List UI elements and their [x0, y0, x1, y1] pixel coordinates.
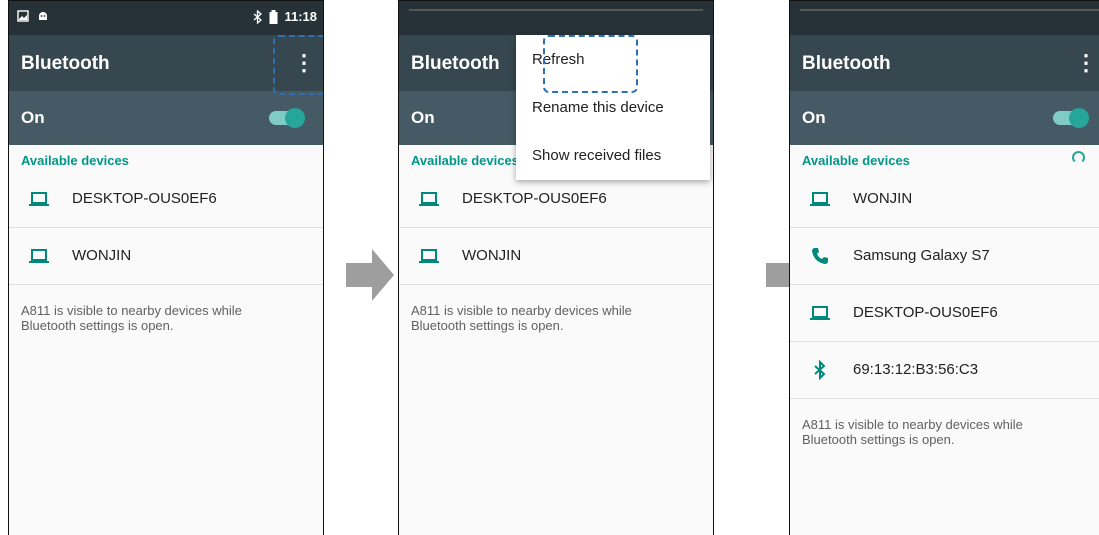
- laptop-icon: [810, 192, 830, 206]
- visibility-note: A811 is visible to nearby devices while …: [21, 303, 242, 333]
- section-label: Available devices: [802, 153, 910, 168]
- image-notification-icon: [17, 10, 29, 22]
- device-name: WONJIN: [462, 247, 522, 264]
- more-options-icon[interactable]: ⋮: [1075, 50, 1097, 76]
- refresh-highlight-box: [543, 35, 638, 93]
- visibility-note: A811 is visible to nearby devices while …: [802, 417, 1023, 447]
- page-title: Bluetooth: [21, 53, 110, 74]
- page-title: Bluetooth: [802, 53, 891, 74]
- next-step-arrow-icon: [346, 249, 394, 301]
- laptop-icon: [810, 306, 830, 320]
- android-icon: [39, 12, 47, 20]
- device-row[interactable]: WONJIN: [9, 228, 323, 285]
- menu-item-show-received-files[interactable]: Show received files: [516, 131, 710, 179]
- status-time: 11:18: [284, 9, 317, 24]
- menu-item-label: Show received files: [532, 147, 662, 164]
- available-devices-header: Available devices: [790, 145, 1099, 171]
- device-row[interactable]: WONJIN: [399, 228, 713, 285]
- switch-label: On: [802, 108, 826, 127]
- screen-1: 11:18 Bluetooth ⋮ On Available devices D…: [8, 0, 324, 535]
- device-row[interactable]: Samsung Galaxy S7: [790, 228, 1099, 285]
- menu-highlight-box: [273, 35, 323, 95]
- device-row[interactable]: DESKTOP-OUS0EF6: [9, 171, 323, 228]
- device-row[interactable]: 69:13:12:B3:56:C3: [790, 342, 1099, 399]
- available-devices-header: Available devices: [9, 145, 323, 171]
- device-name: DESKTOP-OUS0EF6: [462, 190, 607, 207]
- bluetooth-toggle[interactable]: [269, 108, 305, 128]
- section-label: Available devices: [411, 153, 519, 168]
- bluetooth-switch-bar[interactable]: On: [9, 91, 323, 145]
- bluetooth-status-icon: [254, 9, 263, 24]
- switch-label: On: [411, 108, 435, 127]
- bluetooth-toggle[interactable]: [1053, 108, 1089, 128]
- device-row[interactable]: DESKTOP-OUS0EF6: [790, 285, 1099, 342]
- screen-3: Bluetooth ⋮ On Available devices WONJIN …: [789, 0, 1099, 535]
- device-row[interactable]: WONJIN: [790, 171, 1099, 228]
- laptop-icon: [29, 249, 49, 263]
- bluetooth-icon: [814, 360, 826, 380]
- phone-icon: [812, 248, 828, 264]
- device-name: WONJIN: [72, 247, 132, 264]
- app-bar: Bluetooth ⋮: [790, 35, 1099, 91]
- status-bar: [790, 1, 1099, 35]
- status-bar: [399, 1, 713, 35]
- device-name: DESKTOP-OUS0EF6: [72, 190, 217, 207]
- screen-2: Bluetooth On Available devices DESKTOP-O…: [398, 0, 714, 535]
- device-name: 69:13:12:B3:56:C3: [853, 361, 979, 378]
- scanning-spinner-icon: [1072, 151, 1085, 164]
- bluetooth-switch-bar[interactable]: On: [790, 91, 1099, 145]
- page-title: Bluetooth: [411, 53, 500, 74]
- section-label: Available devices: [21, 153, 129, 168]
- laptop-icon: [419, 192, 439, 206]
- device-name: WONJIN: [853, 190, 913, 207]
- laptop-icon: [29, 192, 49, 206]
- switch-label: On: [21, 108, 45, 127]
- status-bar: 11:18: [9, 1, 323, 35]
- device-name: DESKTOP-OUS0EF6: [853, 304, 998, 321]
- visibility-note: A811 is visible to nearby devices while …: [411, 303, 632, 333]
- device-name: Samsung Galaxy S7: [853, 247, 990, 264]
- laptop-icon: [419, 249, 439, 263]
- menu-item-label: Rename this device: [532, 99, 664, 116]
- battery-icon: [269, 9, 278, 24]
